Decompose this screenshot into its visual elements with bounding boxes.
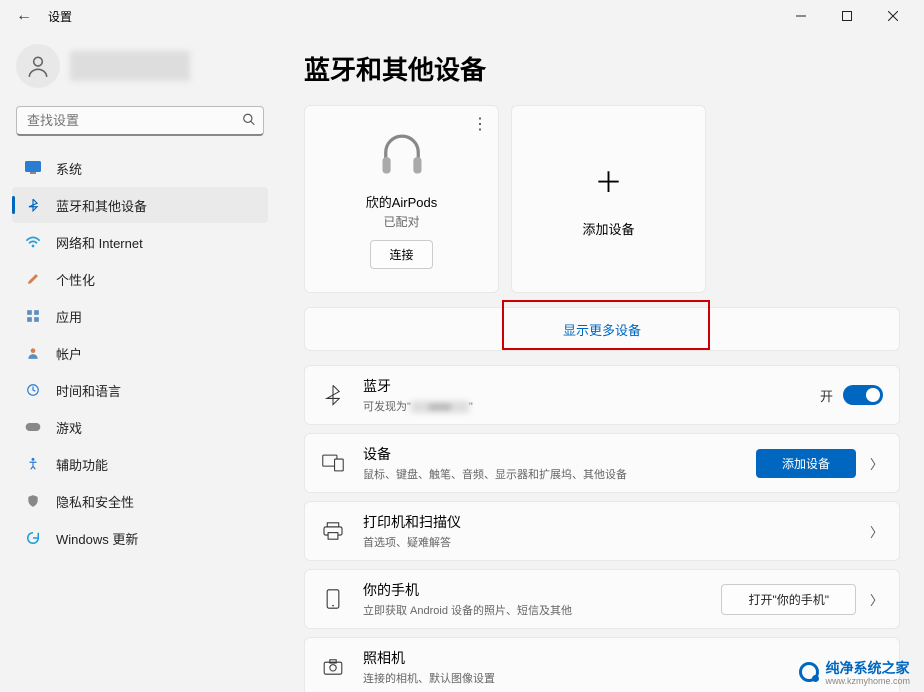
printer-icon	[321, 519, 345, 543]
nav-apps[interactable]: 应用	[12, 298, 268, 334]
bluetooth-row[interactable]: 蓝牙 可发现为"xxxx" 开	[304, 365, 900, 425]
add-device-card[interactable]: ＋ 添加设备	[511, 105, 706, 293]
more-devices-label: 显示更多设备	[563, 320, 641, 339]
plus-icon: ＋	[594, 161, 622, 201]
watermark-url: www.kzmyhome.com	[825, 676, 910, 686]
nav-system[interactable]: 系统	[12, 150, 268, 186]
back-button[interactable]: ←	[8, 7, 40, 25]
add-device-label: 添加设备	[582, 219, 634, 238]
main-content: 蓝牙和其他设备 ⋮ 欣的AirPods 已配对 连接 ＋ 添加设备 显示更多设备…	[280, 32, 924, 692]
nav-label: 应用	[56, 307, 82, 326]
chevron-right-icon: 〉	[870, 522, 883, 541]
nav-label: 网络和 Internet	[56, 233, 143, 252]
shield-icon	[24, 492, 42, 510]
watermark-text: 纯净系统之家	[825, 660, 909, 676]
phone-icon	[321, 587, 345, 611]
printers-row[interactable]: 打印机和扫描仪 首选项、疑难解答 〉	[304, 501, 900, 561]
nav-gaming[interactable]: 游戏	[12, 409, 268, 445]
watermark-icon	[799, 662, 819, 682]
connect-button[interactable]: 连接	[370, 240, 432, 269]
nav-privacy[interactable]: 隐私和安全性	[12, 483, 268, 519]
device-status: 已配对	[383, 213, 419, 230]
nav-accessibility[interactable]: 辅助功能	[12, 446, 268, 482]
nav-list: 系统 蓝牙和其他设备 网络和 Internet 个性化 应用 帐户 时间和语言 …	[12, 150, 268, 556]
wifi-icon	[24, 233, 42, 251]
nav-time[interactable]: 时间和语言	[12, 372, 268, 408]
chevron-right-icon: 〉	[870, 454, 883, 473]
apps-icon	[24, 307, 42, 325]
more-icon[interactable]: ⋮	[472, 114, 488, 134]
update-icon	[24, 529, 42, 547]
window-controls	[778, 0, 916, 32]
phone-row[interactable]: 你的手机 立即获取 Android 设备的照片、短信及其他 打开"你的手机" 〉	[304, 569, 900, 629]
person-icon	[24, 344, 42, 362]
watermark: 纯净系统之家 www.kzmyhome.com	[799, 658, 910, 686]
row-title: 设备	[363, 444, 756, 464]
monitor-icon	[24, 159, 42, 177]
nav-label: 帐户	[56, 344, 82, 363]
row-desc: 立即获取 Android 设备的照片、短信及其他	[363, 602, 721, 618]
row-title: 打印机和扫描仪	[363, 512, 870, 532]
row-title: 你的手机	[363, 580, 721, 600]
open-phone-button[interactable]: 打开"你的手机"	[721, 584, 856, 615]
window-title: 设置	[48, 8, 72, 25]
bluetooth-toggle[interactable]	[843, 385, 883, 405]
nav-update[interactable]: Windows 更新	[12, 520, 268, 556]
device-name: 欣的AirPods	[366, 192, 438, 211]
row-desc: 首选项、疑难解答	[363, 534, 870, 550]
nav-label: 游戏	[56, 418, 82, 437]
toggle-label: 开	[820, 386, 833, 405]
nav-personalize[interactable]: 个性化	[12, 261, 268, 297]
title-bar: ← 设置	[0, 0, 924, 32]
nav-label: 系统	[56, 159, 82, 178]
search-input[interactable]	[16, 106, 264, 136]
nav-bluetooth[interactable]: 蓝牙和其他设备	[12, 187, 268, 223]
bluetooth-icon	[24, 196, 42, 214]
gamepad-icon	[24, 418, 42, 436]
nav-label: 隐私和安全性	[56, 492, 134, 511]
chevron-right-icon: 〉	[870, 590, 883, 609]
row-title: 蓝牙	[363, 376, 820, 396]
device-card[interactable]: ⋮ 欣的AirPods 已配对 连接	[304, 105, 499, 293]
devices-icon	[321, 451, 345, 475]
headphones-icon	[376, 128, 428, 180]
close-button[interactable]	[870, 0, 916, 32]
row-desc: 可发现为"xxxx"	[363, 398, 820, 414]
nav-label: 蓝牙和其他设备	[56, 196, 147, 215]
nav-accounts[interactable]: 帐户	[12, 335, 268, 371]
nav-network[interactable]: 网络和 Internet	[12, 224, 268, 260]
device-cards: ⋮ 欣的AirPods 已配对 连接 ＋ 添加设备	[304, 105, 900, 293]
minimize-button[interactable]	[778, 0, 824, 32]
search-icon	[242, 113, 256, 130]
add-device-button[interactable]: 添加设备	[756, 449, 856, 478]
nav-label: Windows 更新	[56, 529, 138, 548]
sidebar: 系统 蓝牙和其他设备 网络和 Internet 个性化 应用 帐户 时间和语言 …	[0, 32, 280, 692]
accessibility-icon	[24, 455, 42, 473]
devices-row[interactable]: 设备 鼠标、键盘、触笔、音频、显示器和扩展坞、其他设备 添加设备 〉	[304, 433, 900, 493]
search-wrap	[16, 106, 264, 136]
brush-icon	[24, 270, 42, 288]
camera-icon	[321, 655, 345, 679]
avatar	[16, 44, 60, 88]
user-name	[70, 51, 190, 81]
show-more-devices[interactable]: 显示更多设备	[304, 307, 900, 351]
user-block[interactable]	[12, 40, 268, 100]
maximize-button[interactable]	[824, 0, 870, 32]
bluetooth-icon	[321, 383, 345, 407]
page-title: 蓝牙和其他设备	[304, 50, 900, 87]
row-desc: 鼠标、键盘、触笔、音频、显示器和扩展坞、其他设备	[363, 466, 756, 482]
nav-label: 个性化	[56, 270, 95, 289]
globe-clock-icon	[24, 381, 42, 399]
nav-label: 时间和语言	[56, 381, 121, 400]
nav-label: 辅助功能	[56, 455, 108, 474]
